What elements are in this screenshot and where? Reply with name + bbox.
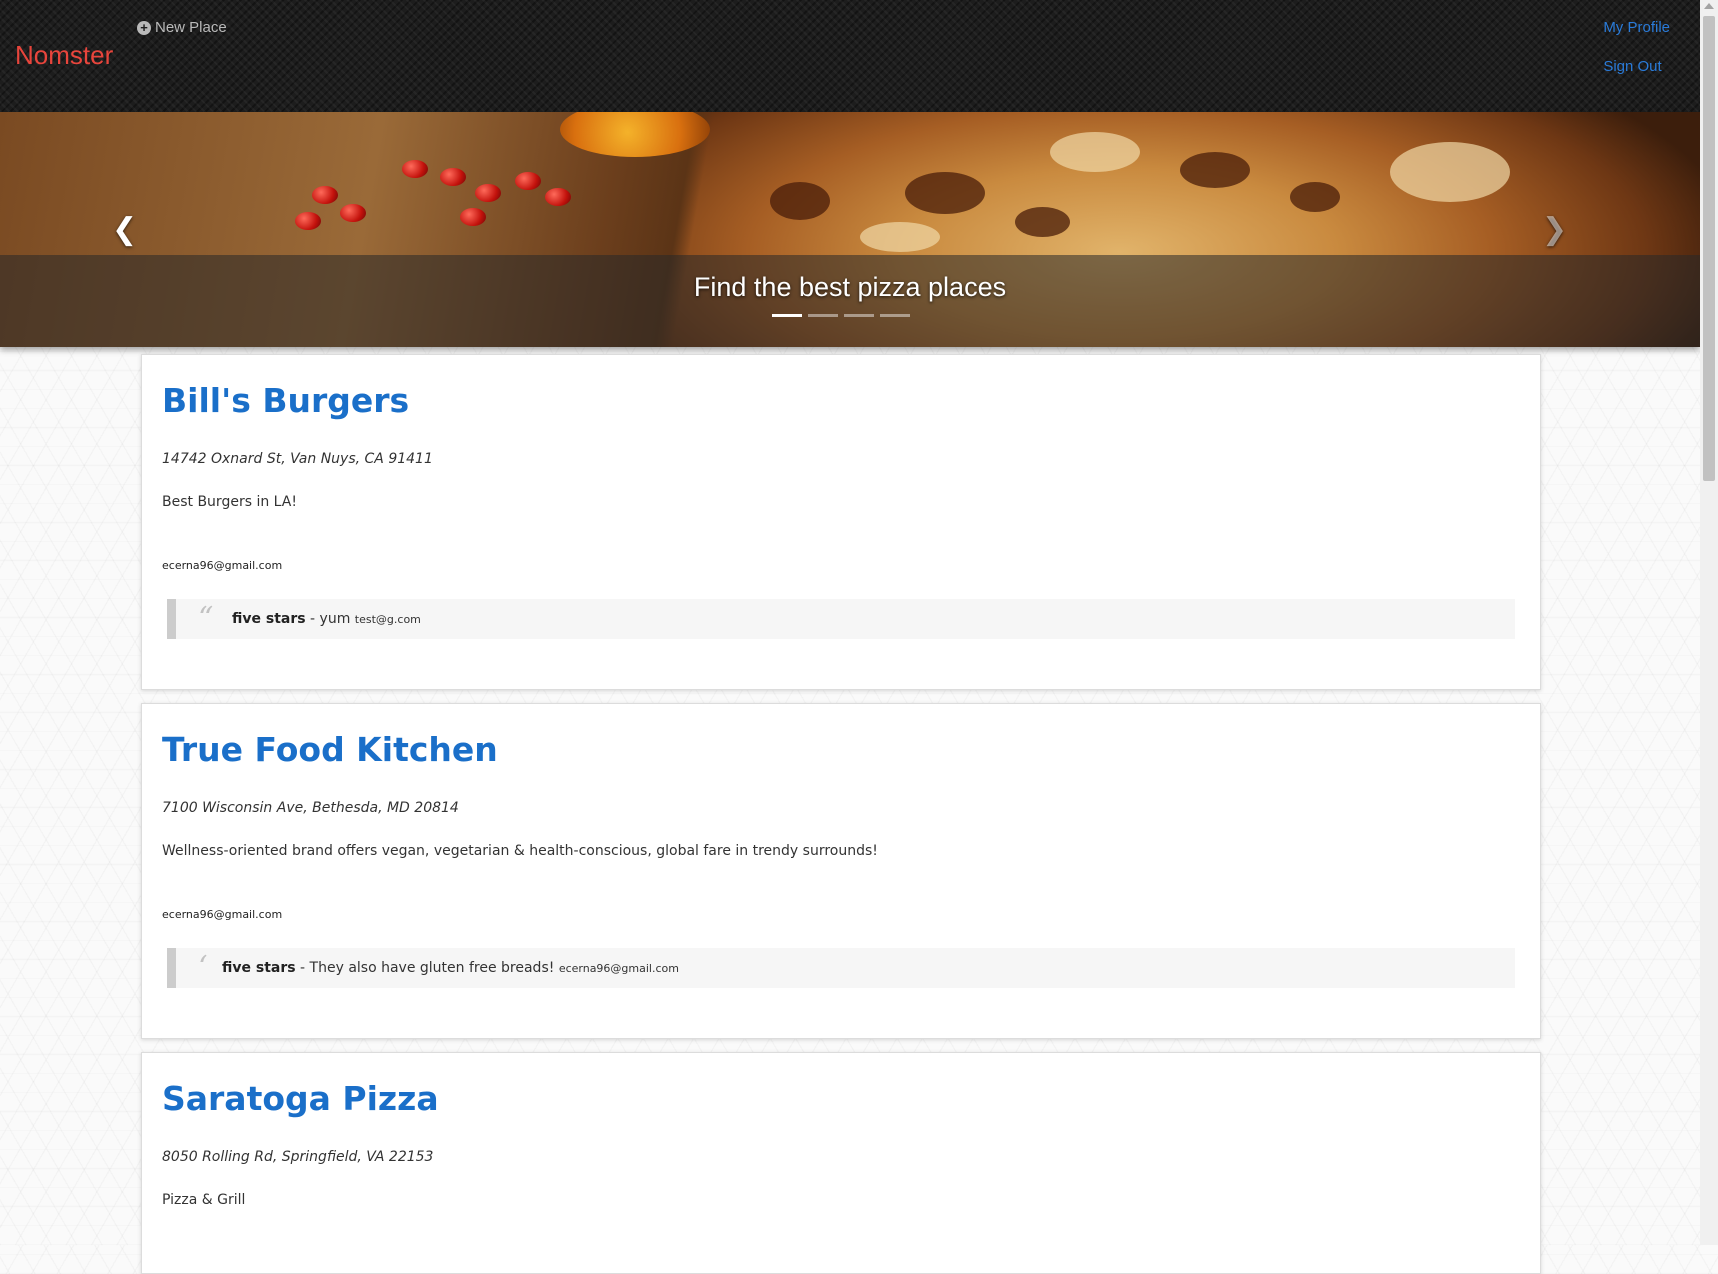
tomato-decoration xyxy=(515,172,541,190)
pizza-texture xyxy=(860,222,940,252)
carousel-indicators xyxy=(772,314,910,317)
place-card: True Food Kitchen 7100 Wisconsin Ave, Be… xyxy=(141,703,1541,1039)
tomato-decoration xyxy=(440,168,466,186)
hero-carousel: Find the best pizza places ❮ ❯ xyxy=(0,112,1700,347)
pizza-texture xyxy=(1050,132,1140,172)
comment-message: - yum xyxy=(305,611,355,627)
carousel-indicator[interactable] xyxy=(844,314,874,317)
comment-rating: five stars xyxy=(222,960,296,976)
top-navbar: Nomster + New Place My Profile Sign Out xyxy=(0,0,1700,112)
comment-rating: five stars xyxy=(232,611,306,627)
pizza-texture xyxy=(905,172,985,214)
place-name-link[interactable]: True Food Kitchen xyxy=(162,704,1520,770)
carousel-indicator[interactable] xyxy=(808,314,838,317)
pizza-texture xyxy=(1180,152,1250,188)
chevron-right-icon[interactable]: ❯ xyxy=(1542,212,1567,247)
tomato-decoration xyxy=(402,160,428,178)
place-address: 7100 Wisconsin Ave, Bethesda, MD 20814 xyxy=(162,800,459,816)
scroll-up-arrow-icon[interactable] xyxy=(1704,3,1714,9)
sign-out-link[interactable]: Sign Out xyxy=(1603,58,1670,75)
pepper-decoration xyxy=(560,112,710,157)
scrollbar-thumb[interactable] xyxy=(1703,16,1715,481)
pizza-texture xyxy=(1015,207,1070,237)
tomato-decoration xyxy=(312,186,338,204)
new-place-link[interactable]: + New Place xyxy=(137,19,227,36)
new-place-label: New Place xyxy=(155,19,227,36)
place-name-link[interactable]: Bill's Burgers xyxy=(162,355,1520,421)
pizza-texture xyxy=(1290,182,1340,212)
brand-logo[interactable]: Nomster xyxy=(15,40,113,71)
tomato-decoration xyxy=(460,208,486,226)
vertical-scrollbar[interactable] xyxy=(1700,0,1718,1245)
comment-user: ecerna96@gmail.com xyxy=(558,962,679,975)
place-card: Bill's Burgers 14742 Oxnard St, Van Nuys… xyxy=(141,354,1541,690)
place-address: 8050 Rolling Rd, Springfield, VA 22153 xyxy=(162,1149,434,1165)
pizza-texture xyxy=(770,182,830,220)
place-description: Wellness-oriented brand offers vegan, ve… xyxy=(162,843,878,859)
place-name-link[interactable]: Saratoga Pizza xyxy=(162,1053,1520,1119)
comment-message: - They also have gluten free breads! xyxy=(295,960,559,976)
place-card: Saratoga Pizza 8050 Rolling Rd, Springfi… xyxy=(141,1052,1541,1274)
tomato-decoration xyxy=(295,212,321,230)
comment-user: test@g.com xyxy=(354,613,421,626)
tomato-decoration xyxy=(545,188,571,206)
comment-blockquote: ‘ five stars - They also have gluten fre… xyxy=(167,948,1515,988)
tomato-decoration xyxy=(475,184,501,202)
place-address: 14742 Oxnard St, Van Nuys, CA 91411 xyxy=(162,451,433,467)
comment-text: five stars - They also have gluten free … xyxy=(176,960,679,976)
place-description: Best Burgers in LA! xyxy=(162,494,297,510)
carousel-indicator[interactable] xyxy=(880,314,910,317)
place-owner-email: ecerna96@gmail.com xyxy=(162,908,283,921)
carousel-caption: Find the best pizza places xyxy=(693,272,1007,302)
tomato-decoration xyxy=(340,204,366,222)
pizza-texture xyxy=(1390,142,1510,202)
chevron-left-icon[interactable]: ❮ xyxy=(112,212,137,247)
quote-icon: ‘ xyxy=(198,950,208,985)
quote-icon: “ xyxy=(198,601,214,636)
my-profile-link[interactable]: My Profile xyxy=(1603,19,1670,36)
carousel-indicator[interactable] xyxy=(772,314,802,317)
plus-circle-icon: + xyxy=(137,20,151,35)
place-owner-email: ecerna96@gmail.com xyxy=(162,559,283,572)
comment-blockquote: “ five stars - yum test@g.com xyxy=(167,599,1515,639)
nav-right: My Profile Sign Out xyxy=(1603,19,1670,75)
place-description: Pizza & Grill xyxy=(162,1192,246,1208)
